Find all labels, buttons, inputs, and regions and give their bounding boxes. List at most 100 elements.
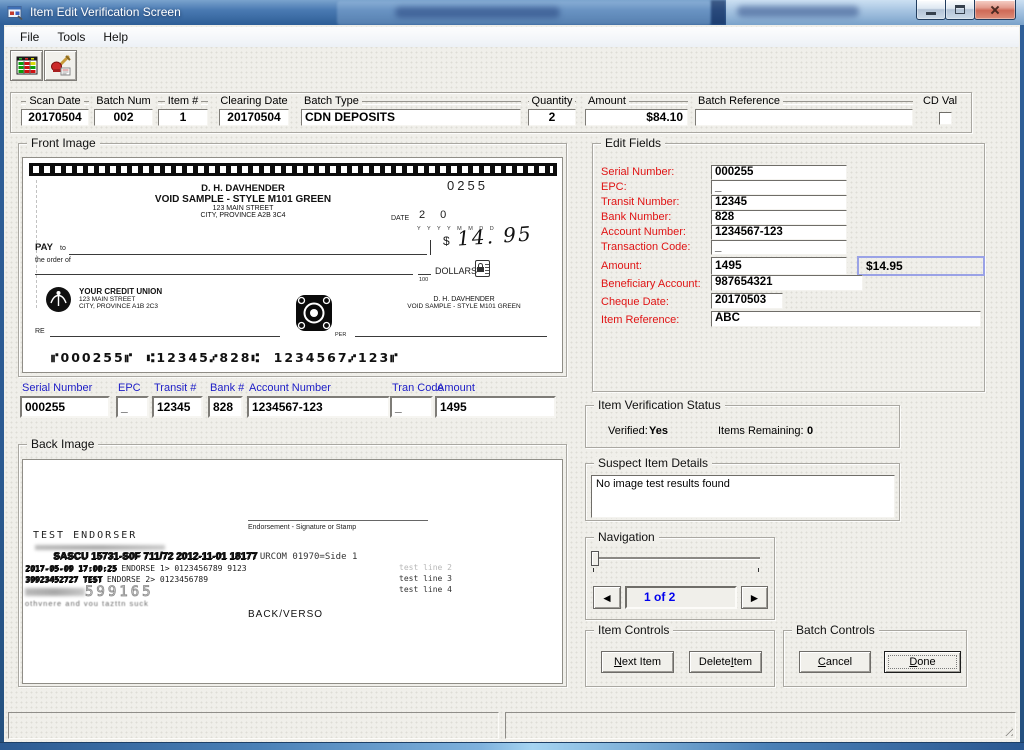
endorser-smudge <box>35 545 165 550</box>
ef-account-label: Account Number: <box>601 226 686 238</box>
verified-label: Verified: <box>608 425 648 437</box>
bank-city: CITY, PROVINCE A1B 2C3 <box>79 303 158 310</box>
endorser-text: TEST ENDORSER <box>33 530 138 541</box>
previous-item-button[interactable]: ◄ <box>593 586 621 609</box>
ef-transit-field[interactable]: 12345 <box>711 195 847 210</box>
suspect-details-title: Suspect Item Details <box>594 457 713 470</box>
credit-union-logo <box>46 287 71 312</box>
tran-code-label: Tran Code <box>392 382 444 394</box>
next-item-arrow-button[interactable]: ► <box>741 586 768 609</box>
ef-serial-label: Serial Number: <box>601 166 675 178</box>
minimize-button[interactable] <box>916 0 946 20</box>
ef-epc-field[interactable]: _ <box>711 180 847 195</box>
app-icon <box>7 6 23 20</box>
security-features-icon <box>475 260 490 277</box>
back-verso-text: BACK/VERSO <box>248 609 324 620</box>
endorse2-text: ENDORSE 2> 0123456789 <box>106 575 209 584</box>
ef-amount-label: Amount: <box>601 260 642 272</box>
payer-name: D. H. DAVHENDER <box>201 183 285 194</box>
maximize-button[interactable] <box>945 0 975 20</box>
app-window: Item Edit Verification Screen File Tools… <box>0 0 1024 750</box>
next-item-button[interactable]: Next Item <box>601 651 674 673</box>
window-bottom-border <box>0 742 1024 750</box>
endorsement-caption: Endorsement - Signature or Stamp <box>248 524 357 531</box>
date-label: DATE <box>391 215 410 222</box>
ef-item-reference-field[interactable]: ABC <box>711 311 981 327</box>
ef-beneficiary-label: Beneficiary Account: <box>601 278 701 290</box>
title-bar: Item Edit Verification Screen <box>0 0 1024 25</box>
cheque-stamp-graphic <box>296 295 332 331</box>
stamp-faint-line: othvnere and vou tazttn suck <box>25 599 149 608</box>
to-label: to <box>60 245 66 252</box>
ef-bank-label: Bank Number: <box>601 211 672 223</box>
clearing-date-value: 20170504 <box>219 109 289 126</box>
ef-beneficiary-field[interactable]: 987654321 <box>711 275 863 291</box>
front-image-group: Front Image 0255 D. H. DAVHENDER VOID SA… <box>18 137 567 377</box>
ef-item-reference-label: Item Reference: <box>601 314 680 326</box>
stamp-tool-button[interactable] <box>44 50 77 81</box>
cd-val-checkbox[interactable] <box>939 112 952 125</box>
menu-help[interactable]: Help <box>94 28 137 46</box>
suspect-details-text: No image test results found <box>596 478 730 490</box>
resize-grip[interactable] <box>1002 725 1013 736</box>
bank-field[interactable]: 828 <box>208 396 243 418</box>
menu-file[interactable]: File <box>11 28 48 46</box>
account-number-field[interactable]: 1234567-123 <box>247 396 390 418</box>
endorse1-text: ENDORSE 1> 0123456789 9123 <box>121 564 247 573</box>
order-of-label: the order of <box>35 257 71 264</box>
dollars-fraction: 100 <box>419 277 429 283</box>
payer-block: D. H. DAVHENDER VOID SAMPLE - STYLE M101… <box>118 183 368 219</box>
done-button[interactable]: Done <box>884 651 961 673</box>
bank-street: 123 MAIN STREET <box>79 296 136 303</box>
epc-field[interactable]: _ <box>116 396 149 418</box>
item-position-display: 1 of 2 <box>625 586 737 609</box>
drawer-name: D. H. DAVHENDER <box>433 296 495 303</box>
cheque-perforation-strip <box>29 163 557 176</box>
stamp-line3: 39923452727 TEST ENDORSE 2> 0123456789 <box>25 575 208 584</box>
dollars-label: DOLLARS <box>435 266 478 276</box>
navigation-slider-thumb[interactable] <box>591 551 599 566</box>
payer-style: VOID SAMPLE - STYLE M101 GREEN <box>154 194 332 205</box>
items-remaining-label: Items Remaining: <box>718 425 804 437</box>
ef-tran-code-field[interactable]: _ <box>711 240 847 255</box>
serial-number-field[interactable]: 000255 <box>20 396 110 418</box>
batch-type-label: Batch Type <box>301 95 521 108</box>
ef-serial-field[interactable]: 000255 <box>711 165 847 180</box>
batch-list-button[interactable] <box>10 50 43 81</box>
navigation-slider-track[interactable] <box>594 557 760 559</box>
background-url-blur <box>395 7 560 18</box>
endorsement-line <box>248 520 428 521</box>
amount-words-line <box>35 274 413 275</box>
batch-controls-title: Batch Controls <box>792 624 879 637</box>
scan-date-label: Scan Date <box>21 95 89 108</box>
verification-status-group: Item Verification Status Verified: Yes I… <box>585 399 900 448</box>
ef-account-field[interactable]: 1234567-123 <box>711 225 847 240</box>
batch-controls-group: Batch Controls Cancel Done <box>783 624 967 687</box>
fraction-line <box>418 274 431 275</box>
cheque-front-image: 0255 D. H. DAVHENDER VOID SAMPLE - STYLE… <box>22 157 563 373</box>
menu-tools[interactable]: Tools <box>48 28 94 46</box>
delete-item-button[interactable]: Delete Item <box>689 651 762 673</box>
ef-cheque-date-field[interactable]: 20170503 <box>711 293 783 309</box>
cancel-button[interactable]: Cancel <box>799 651 871 673</box>
ef-bank-field[interactable]: 828 <box>711 210 847 225</box>
security-lock-body <box>477 267 484 272</box>
stamp-smudge4 <box>25 588 85 596</box>
slider-tick-start <box>593 568 594 572</box>
re-line <box>50 336 280 337</box>
tran-code-field[interactable]: _ <box>390 396 433 418</box>
scan-date-value: 20170504 <box>21 109 89 126</box>
background-window-edge <box>711 0 726 25</box>
transit-field[interactable]: 12345 <box>152 396 203 418</box>
ef-amount-field[interactable]: 1495 <box>711 257 847 275</box>
serial-number-label: Serial Number <box>22 382 93 394</box>
amount-bracket <box>430 240 431 255</box>
micr-amount-label: Amount <box>437 382 475 394</box>
close-button[interactable] <box>974 0 1016 20</box>
micr-amount-field[interactable]: 1495 <box>435 396 556 418</box>
re-label: RE <box>35 328 45 335</box>
cheque-number: 0255 <box>447 178 488 193</box>
security-text-lines <box>485 264 489 274</box>
menu-bar: File Tools Help <box>5 27 1019 47</box>
stamp-timestamp: 2017-05-09 17:00:25 <box>25 564 117 573</box>
